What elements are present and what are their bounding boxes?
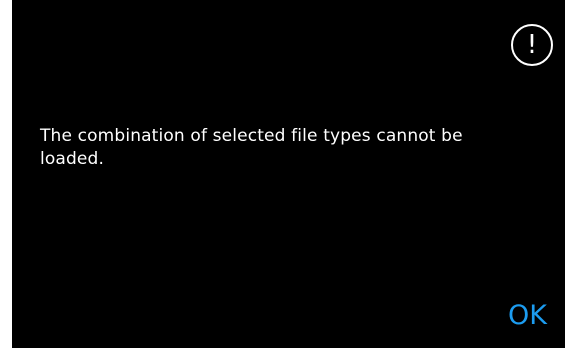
ok-button[interactable]: OK	[508, 302, 547, 329]
exclamation-circle-icon: !	[511, 24, 553, 66]
dialog-message: The combination of selected file types c…	[40, 126, 463, 169]
alert-dialog: ! The combination of selected file types…	[12, 0, 565, 348]
